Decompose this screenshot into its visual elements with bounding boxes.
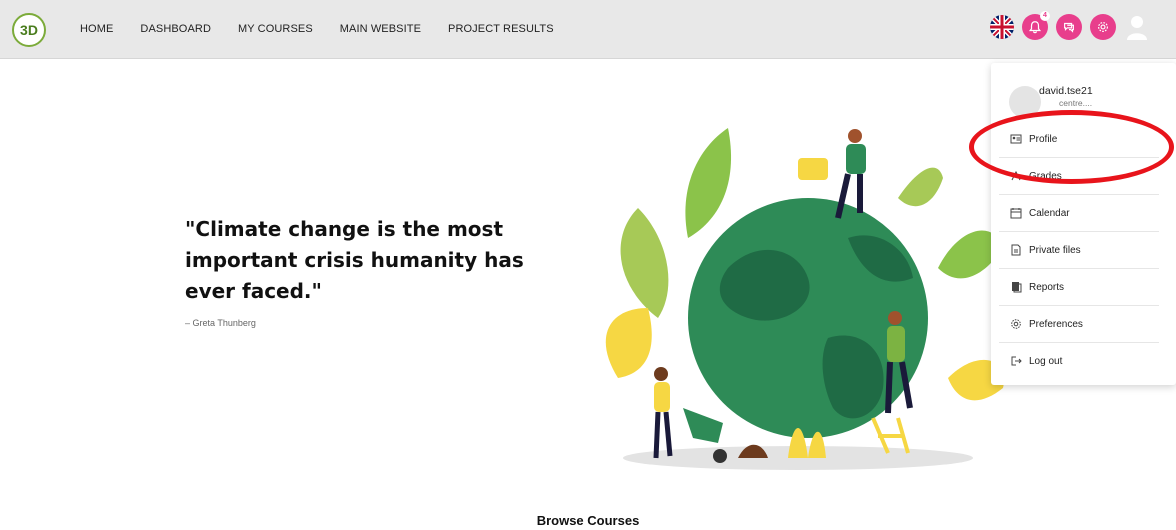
quote-author: – Greta Thunberg [185,318,256,328]
user-menu-toggle[interactable] [1124,14,1150,40]
earth-illustration [605,128,1004,470]
nav-dashboard[interactable]: DASHBOARD [140,23,211,35]
menu-item-label: Calendar [1029,207,1070,219]
user-dropdown-menu: david.tse21 centre.... Profile Grades Ca… [991,63,1176,385]
user-email: centre.... [1059,98,1093,108]
user-avatar-icon [1127,16,1147,40]
username: david.tse21 [1039,85,1093,97]
uk-flag-icon[interactable] [990,15,1014,39]
settings-button[interactable] [1090,14,1116,40]
menu-item-label: Profile [1029,133,1058,145]
messages-button[interactable] [1056,14,1082,40]
hero-quote: "Climate change is the most important cr… [185,217,524,303]
reports-icon [1009,280,1023,294]
notifications-button[interactable]: 4 [1022,11,1050,40]
calendar-icon [1009,206,1023,220]
nav-links: HOME DASHBOARD MY COURSES MAIN WEBSITE P… [80,23,554,35]
notification-count-badge: 4 [1040,11,1050,21]
nav-project-results[interactable]: PROJECT RESULTS [448,23,554,35]
profile-icon [1009,132,1023,146]
user-info: david.tse21 centre.... [1009,83,1169,123]
menu-item-label: Private files [1029,244,1081,256]
preferences-gear-icon [1009,317,1023,331]
avatar [1009,86,1041,118]
grades-icon [1009,169,1023,183]
top-navbar: 3D HOME DASHBOARD MY COURSES MAIN WEBSIT… [0,0,1176,59]
menu-item-profile[interactable]: Profile [999,121,1159,158]
nav-main-website[interactable]: MAIN WEBSITE [340,23,421,35]
bell-icon [1028,21,1042,34]
logout-icon [1009,354,1023,368]
menu-item-private-files[interactable]: Private files [999,232,1159,269]
chat-icon [1064,22,1074,33]
nav-my-courses[interactable]: MY COURSES [238,23,313,35]
browse-courses-heading: Browse Courses [536,513,640,528]
menu-item-preferences[interactable]: Preferences [999,306,1159,343]
menu-item-label: Preferences [1029,318,1083,330]
menu-item-label: Log out [1029,355,1063,367]
nav-icons: 4 [990,11,1150,40]
file-icon [1009,243,1023,257]
gear-icon [1098,22,1108,32]
menu-item-calendar[interactable]: Calendar [999,195,1159,232]
menu-item-reports[interactable]: Reports [999,269,1159,306]
site-logo[interactable]: 3D [12,13,46,47]
menu-item-label: Grades [1029,170,1062,182]
menu-item-grades[interactable]: Grades [999,158,1159,195]
nav-home[interactable]: HOME [80,23,113,35]
menu-item-label: Reports [1029,281,1065,293]
menu-item-logout[interactable]: Log out [999,343,1159,379]
